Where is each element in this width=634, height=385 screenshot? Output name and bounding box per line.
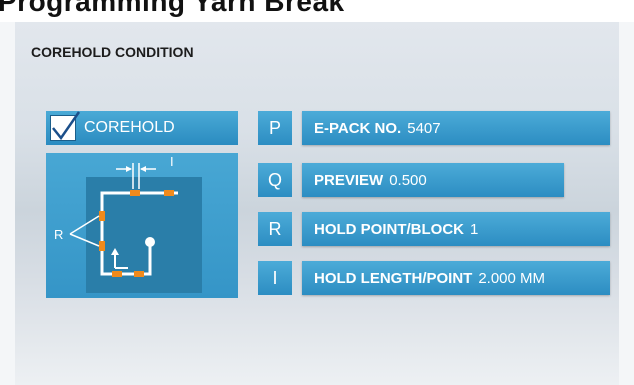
field-value: 0.500 — [389, 172, 427, 189]
field-value: 5407 — [407, 120, 441, 137]
corehold-label: COREHOLD — [84, 119, 175, 136]
key-r[interactable]: R — [258, 212, 292, 246]
field-value: 1 — [470, 221, 479, 238]
field-epack-no[interactable]: E-PACK NO. 5407 — [302, 111, 610, 145]
diagram-label-r: R — [54, 227, 64, 242]
key-p[interactable]: P — [258, 111, 292, 145]
corehold-checkbox[interactable] — [50, 111, 81, 141]
checkmark-icon — [52, 111, 81, 140]
section-title: COREHOLD CONDITION — [31, 44, 194, 60]
field-preview[interactable]: PREVIEW 0.500 — [302, 163, 564, 197]
key-q[interactable]: Q — [258, 163, 292, 197]
corehold-diagram: R I — [46, 153, 238, 298]
field-hold-point-block[interactable]: HOLD POINT/BLOCK 1 — [302, 212, 610, 246]
corehold-checkbox-row[interactable]: COREHOLD — [46, 111, 238, 145]
field-hold-length-point[interactable]: HOLD LENGTH/POINT 2.000 MM — [302, 261, 610, 295]
field-label: HOLD LENGTH/POINT — [314, 270, 473, 287]
field-label: E-PACK NO. — [314, 120, 402, 137]
top-title-bar: Programming Yarn Break — [0, 0, 634, 22]
corehold-diagram-graphic — [69, 163, 202, 293]
field-label: HOLD POINT/BLOCK — [314, 221, 464, 238]
field-label: PREVIEW — [314, 172, 384, 189]
top-title: Programming Yarn Break — [0, 0, 345, 17]
field-value: 2.000 MM — [478, 270, 546, 287]
diagram-label-i: I — [170, 154, 174, 169]
key-i[interactable]: I — [258, 261, 292, 295]
